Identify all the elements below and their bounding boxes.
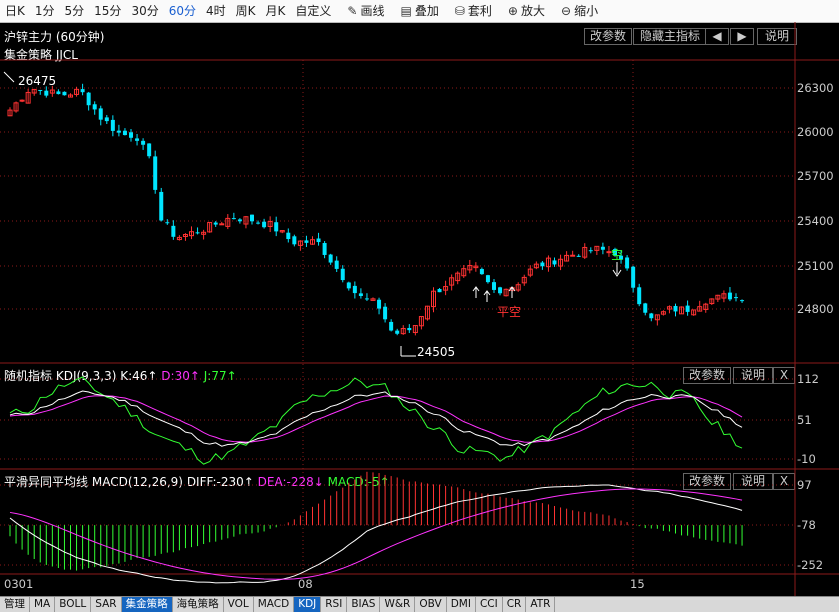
candle-body-down — [153, 156, 158, 190]
candle-body-down — [734, 297, 738, 299]
candle-body-up — [570, 254, 576, 257]
kdj-j-line — [9, 376, 743, 465]
candle-body-down — [727, 292, 732, 300]
candle-body-down — [485, 275, 490, 283]
candle-body-down — [286, 232, 291, 240]
candle-body-up — [219, 223, 225, 226]
candle-body-up — [19, 99, 25, 102]
candle-body-down — [673, 305, 678, 312]
candle-body-down — [171, 225, 176, 237]
candle-body-down — [631, 266, 636, 288]
candle-body-down — [62, 91, 67, 96]
candle-body-down — [552, 260, 557, 265]
candle-body-down — [122, 130, 127, 136]
candle-body-down — [116, 130, 121, 133]
kdj-k-line — [9, 390, 743, 447]
candle-body-down — [92, 104, 97, 110]
tab-CR[interactable]: CR — [503, 597, 527, 612]
candle-body-down — [135, 138, 140, 141]
candle-body-down — [407, 327, 412, 331]
candle-body-down — [346, 282, 351, 289]
candle-body-down — [250, 214, 254, 222]
candle-body-down — [437, 288, 442, 293]
high-marker — [3, 71, 15, 83]
tab-BOLL[interactable]: BOLL — [55, 597, 92, 612]
macd-diff-line — [9, 484, 743, 584]
candlestick-chart — [0, 22, 839, 596]
candle-body-down — [377, 299, 382, 309]
candle-body-down — [334, 260, 339, 269]
candle-body-down — [38, 89, 43, 91]
candle-body-down — [147, 143, 152, 157]
candle-body-down — [340, 268, 345, 281]
candle-body-down — [588, 250, 593, 252]
tab-W&R[interactable]: W&R — [380, 597, 416, 612]
close-short-signal-label: 平空 — [497, 305, 522, 319]
candle-body-down — [479, 268, 484, 275]
tab-ATR[interactable]: ATR — [526, 597, 556, 612]
tab-OBV[interactable]: OBV — [415, 597, 447, 612]
candle-body-down — [129, 132, 133, 138]
candle-body-down — [358, 293, 363, 296]
candle-body-down — [649, 313, 654, 319]
candle-body-down — [256, 222, 261, 224]
candle-body-down — [165, 222, 170, 224]
high-price-label: 26475 — [18, 74, 57, 88]
candle-body-down — [364, 298, 369, 300]
candle-body-down — [498, 287, 503, 294]
tab-VOL[interactable]: VOL — [224, 597, 254, 612]
candle-body-down — [159, 191, 164, 221]
candle-body-down — [231, 218, 236, 220]
tab-MA[interactable]: MA — [30, 597, 56, 612]
candle-body-down — [576, 255, 581, 257]
candle-body-down — [352, 285, 357, 294]
candle-body-down — [685, 305, 690, 312]
tab-BIAS[interactable]: BIAS — [347, 597, 381, 612]
candle-body-down — [304, 240, 309, 243]
tab-SAR[interactable]: SAR — [91, 597, 122, 612]
tab-DMI[interactable]: DMI — [447, 597, 476, 612]
candle-body-down — [625, 257, 630, 269]
candle-body-down — [316, 238, 321, 243]
candle-body-down — [395, 330, 400, 334]
candle-body-down — [237, 219, 242, 222]
candle-body-down — [492, 282, 496, 290]
candle-body-down — [213, 222, 218, 225]
indicator-tabs: 管理 MA BOLL SAR 集金策略 海龟策略 VOL MACD KDJ RSI BIAS W&R O… — [0, 596, 839, 612]
candle-body-down — [110, 119, 115, 131]
candle-body-down — [104, 117, 109, 122]
low-price-label: 24505 — [417, 345, 456, 359]
candle-body-down — [98, 108, 103, 120]
short-signal-label: 空 — [611, 248, 624, 262]
candle-body-down — [274, 222, 279, 232]
candle-body-down — [740, 300, 745, 302]
candle-body-down — [389, 321, 394, 331]
candle-body-down — [80, 89, 85, 93]
candle-body-down — [292, 236, 297, 245]
candle-body-down — [383, 306, 388, 320]
tab-CCI[interactable]: CCI — [476, 597, 503, 612]
candle-body-down — [328, 254, 333, 263]
candle-body-down — [141, 140, 146, 145]
candle-body-down — [44, 90, 49, 96]
candle-body-down — [322, 243, 327, 255]
candle-body-down — [637, 287, 642, 305]
candle-body-down — [540, 262, 545, 267]
tab-RSI[interactable]: RSI — [321, 597, 348, 612]
tab-集金策略[interactable]: 集金策略 — [121, 597, 173, 612]
tab-海龟策略[interactable]: 海龟策略 — [173, 597, 224, 612]
tab-管理[interactable]: 管理 — [0, 597, 30, 612]
macd-dea-line — [9, 488, 743, 580]
tab-KDJ[interactable]: KDJ — [294, 597, 322, 612]
kdj-d-line — [9, 395, 743, 443]
candle-body-down — [86, 92, 91, 106]
candle-body-down — [643, 303, 648, 313]
candle-body-down — [262, 221, 267, 228]
candle-body-down — [56, 91, 61, 95]
candle-body-down — [195, 232, 200, 234]
tab-MACD[interactable]: MACD — [254, 597, 295, 612]
candle-body-down — [600, 246, 605, 250]
